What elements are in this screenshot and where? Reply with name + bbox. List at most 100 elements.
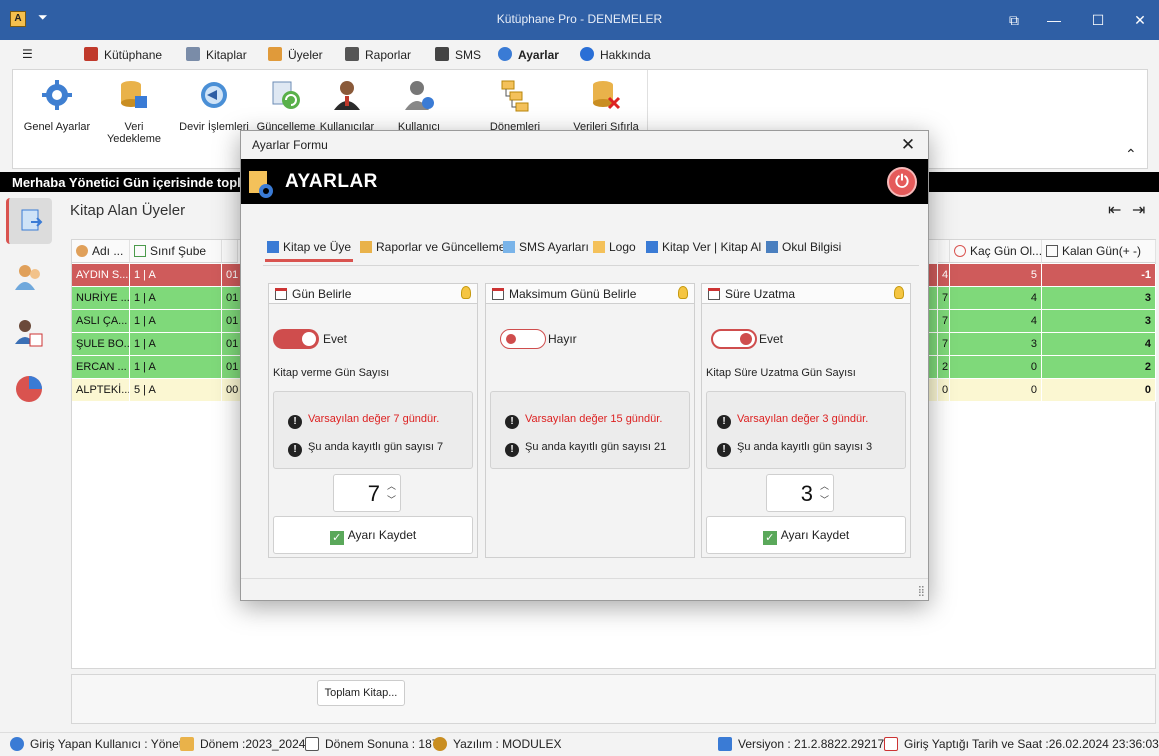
close-button[interactable]: ✕ xyxy=(1128,8,1152,32)
table-cell-remain[interactable]: 3 xyxy=(1042,287,1156,310)
table-cell-mid[interactable]: 7 xyxy=(938,287,950,310)
tab-logo[interactable]: Logo xyxy=(593,240,636,254)
info-text: Şu anda kayıtlı gün sayısı 7 xyxy=(308,441,444,453)
table-cell-days[interactable]: 4 xyxy=(950,310,1042,333)
table-cell-mid[interactable]: 4 xyxy=(938,264,950,287)
tab-kitap-ve-uye[interactable]: Kitap ve Üye xyxy=(264,240,354,262)
table-cell-remain[interactable]: 4 xyxy=(1042,333,1156,356)
menu-bar: ☰ Kütüphane Kitaplar Üyeler Raporlar SMS… xyxy=(0,40,1159,72)
table-cell-mid[interactable]: 0 xyxy=(938,379,950,402)
uzatma-gun-stepper[interactable]: 3 ︿ ﹀ xyxy=(766,474,834,512)
tab-okul-bilgisi[interactable]: Okul Bilgisi xyxy=(766,240,841,254)
tab-raporlar-ve-guncelleme[interactable]: Raporlar ve Güncelleme xyxy=(360,240,505,254)
minimize-button[interactable]: — xyxy=(1042,8,1066,32)
table-cell-mid[interactable]: 7 xyxy=(938,333,950,356)
printer-icon xyxy=(345,47,359,61)
table-cell-remain[interactable]: 0 xyxy=(1042,379,1156,402)
menu-list-icon[interactable]: ☰ xyxy=(22,47,33,67)
table-cell-name[interactable]: ASLI ÇA... xyxy=(72,310,130,333)
save-setting-button[interactable]: ✓ Ayarı Kaydet xyxy=(706,516,906,554)
side-nav-chart[interactable] xyxy=(6,366,52,412)
tab-raporlar[interactable]: Raporlar xyxy=(345,47,411,67)
kullanicilar-button[interactable]: Kullanıcılar xyxy=(319,78,375,133)
verileri-sifirla-button[interactable]: Verileri Sıfırla xyxy=(571,78,641,133)
dialog-header: AYARLAR ⏻ xyxy=(241,159,928,204)
gun-belirle-toggle[interactable] xyxy=(273,329,319,349)
table-cell-class[interactable]: 1 | A xyxy=(130,264,222,287)
table-cell-days[interactable]: 4 xyxy=(950,287,1042,310)
column-header-class[interactable]: Sınıf Şube xyxy=(130,240,222,263)
table-cell-name[interactable]: ERCAN ... xyxy=(72,356,130,379)
table-cell-days[interactable]: 3 xyxy=(950,333,1042,356)
side-nav-borrowers[interactable] xyxy=(6,198,52,244)
table-cell-mid[interactable]: 7 xyxy=(938,310,950,333)
gun-sayisi-stepper[interactable]: 7 ︿ ﹀ xyxy=(333,474,401,512)
restore-window-icon[interactable]: ⧉ xyxy=(1002,8,1026,32)
table-cell-class[interactable]: 1 | A xyxy=(130,287,222,310)
column-header-code[interactable] xyxy=(222,240,238,263)
table-cell-name[interactable]: ŞULE BO... xyxy=(72,333,130,356)
periods-icon xyxy=(501,80,529,112)
save-setting-button[interactable]: ✓ Ayarı Kaydet xyxy=(273,516,473,554)
table-cell-name[interactable]: AYDIN S... xyxy=(72,264,130,287)
info-box: ! Varsayılan değer 3 gündür. ! Şu anda kay… xyxy=(706,391,906,469)
tab-sms-ayarlari[interactable]: SMS Ayarları xyxy=(503,240,589,254)
dialog-close-button[interactable]: ✕ xyxy=(898,135,918,155)
table-cell-remain[interactable]: 3 xyxy=(1042,310,1156,333)
info-text: Şu anda kayıtlı gün sayısı 3 xyxy=(737,441,873,453)
genel-ayarlar-button[interactable]: Genel Ayarlar xyxy=(23,78,91,133)
toplam-kitap-button[interactable]: Toplam Kitap... xyxy=(317,680,405,706)
group-maksimum-gun: Maksimum Günü Belirle Hayır ! Varsayılan … xyxy=(485,283,695,558)
table-cell-class[interactable]: 1 | A xyxy=(130,356,222,379)
table-cell-remain[interactable]: -1 xyxy=(1042,264,1156,287)
table-cell-days[interactable]: 0 xyxy=(950,356,1042,379)
panel-left-icon[interactable]: ⇤ xyxy=(1108,200,1121,220)
table-cell-class[interactable]: 1 | A xyxy=(130,310,222,333)
sure-uzatma-toggle[interactable] xyxy=(711,329,757,349)
alert-icon: ! xyxy=(505,443,519,457)
maksimum-gun-toggle[interactable] xyxy=(500,329,546,349)
tab-kitaplar[interactable]: Kitaplar xyxy=(186,47,247,67)
table-cell-class[interactable]: 1 | A xyxy=(130,333,222,356)
devir-islemleri-button[interactable]: Devir İşlemleri xyxy=(179,78,249,133)
side-nav-members[interactable] xyxy=(6,254,52,300)
stepper-down-icon[interactable]: ﹀ xyxy=(387,493,396,506)
tab-label: Kitaplar xyxy=(206,48,247,62)
tab-hakkinda[interactable]: Hakkında xyxy=(580,47,651,67)
ribbon-collapse-icon[interactable]: ⌃ xyxy=(1125,146,1137,163)
table-cell-class[interactable]: 5 | A xyxy=(130,379,222,402)
column-header-mid[interactable] xyxy=(938,240,950,263)
column-header-remaining[interactable]: Kalan Gün(+ -) xyxy=(1042,240,1156,263)
table-cell-name[interactable]: ALPTEKİ... xyxy=(72,379,130,402)
side-nav-calendar-user[interactable] xyxy=(6,310,52,356)
tab-kitap-ver-al[interactable]: Kitap Ver | Kitap Al xyxy=(646,240,761,254)
maximize-button[interactable]: ☐ xyxy=(1086,8,1110,32)
stepper-up-icon[interactable]: ︿ xyxy=(387,479,396,492)
lightbulb-icon[interactable] xyxy=(894,286,904,299)
stepper-down-icon[interactable]: ﹀ xyxy=(820,493,829,506)
lightbulb-icon[interactable] xyxy=(461,286,471,299)
table-cell-days[interactable]: 0 xyxy=(950,379,1042,402)
tab-ayarlar[interactable]: Ayarlar xyxy=(498,47,559,72)
column-header-name[interactable]: Adı ... xyxy=(72,240,130,263)
table-cell-days[interactable]: 5 xyxy=(950,264,1042,287)
table-cell-remain[interactable]: 2 xyxy=(1042,356,1156,379)
stepper-up-icon[interactable]: ︿ xyxy=(820,479,829,492)
guncelleme-button[interactable]: Güncelleme xyxy=(255,78,317,133)
toggle-label: Evet xyxy=(323,332,348,346)
power-button[interactable]: ⏻ xyxy=(887,167,917,197)
table-cell-mid[interactable]: 2 xyxy=(938,356,950,379)
tab-label: Raporlar xyxy=(365,48,412,62)
lightbulb-icon[interactable] xyxy=(678,286,688,299)
folder-icon xyxy=(593,241,605,253)
alert-icon: ! xyxy=(505,415,519,429)
tab-kutuphane[interactable]: Kütüphane xyxy=(84,47,162,67)
table-cell-name[interactable]: NURİYE ... xyxy=(72,287,130,310)
veri-yedekleme-button[interactable]: Veri Yedekleme xyxy=(97,78,171,145)
column-header-days[interactable]: Kaç Gün Ol... xyxy=(950,240,1042,263)
resize-grip-icon[interactable]: ⣿ xyxy=(918,586,925,597)
status-author: Yazılım : MODULEX xyxy=(433,737,561,751)
tab-uyeler[interactable]: Üyeler xyxy=(268,47,323,67)
tab-sms[interactable]: SMS xyxy=(435,47,481,67)
panel-right-icon[interactable]: ⇥ xyxy=(1132,200,1145,220)
